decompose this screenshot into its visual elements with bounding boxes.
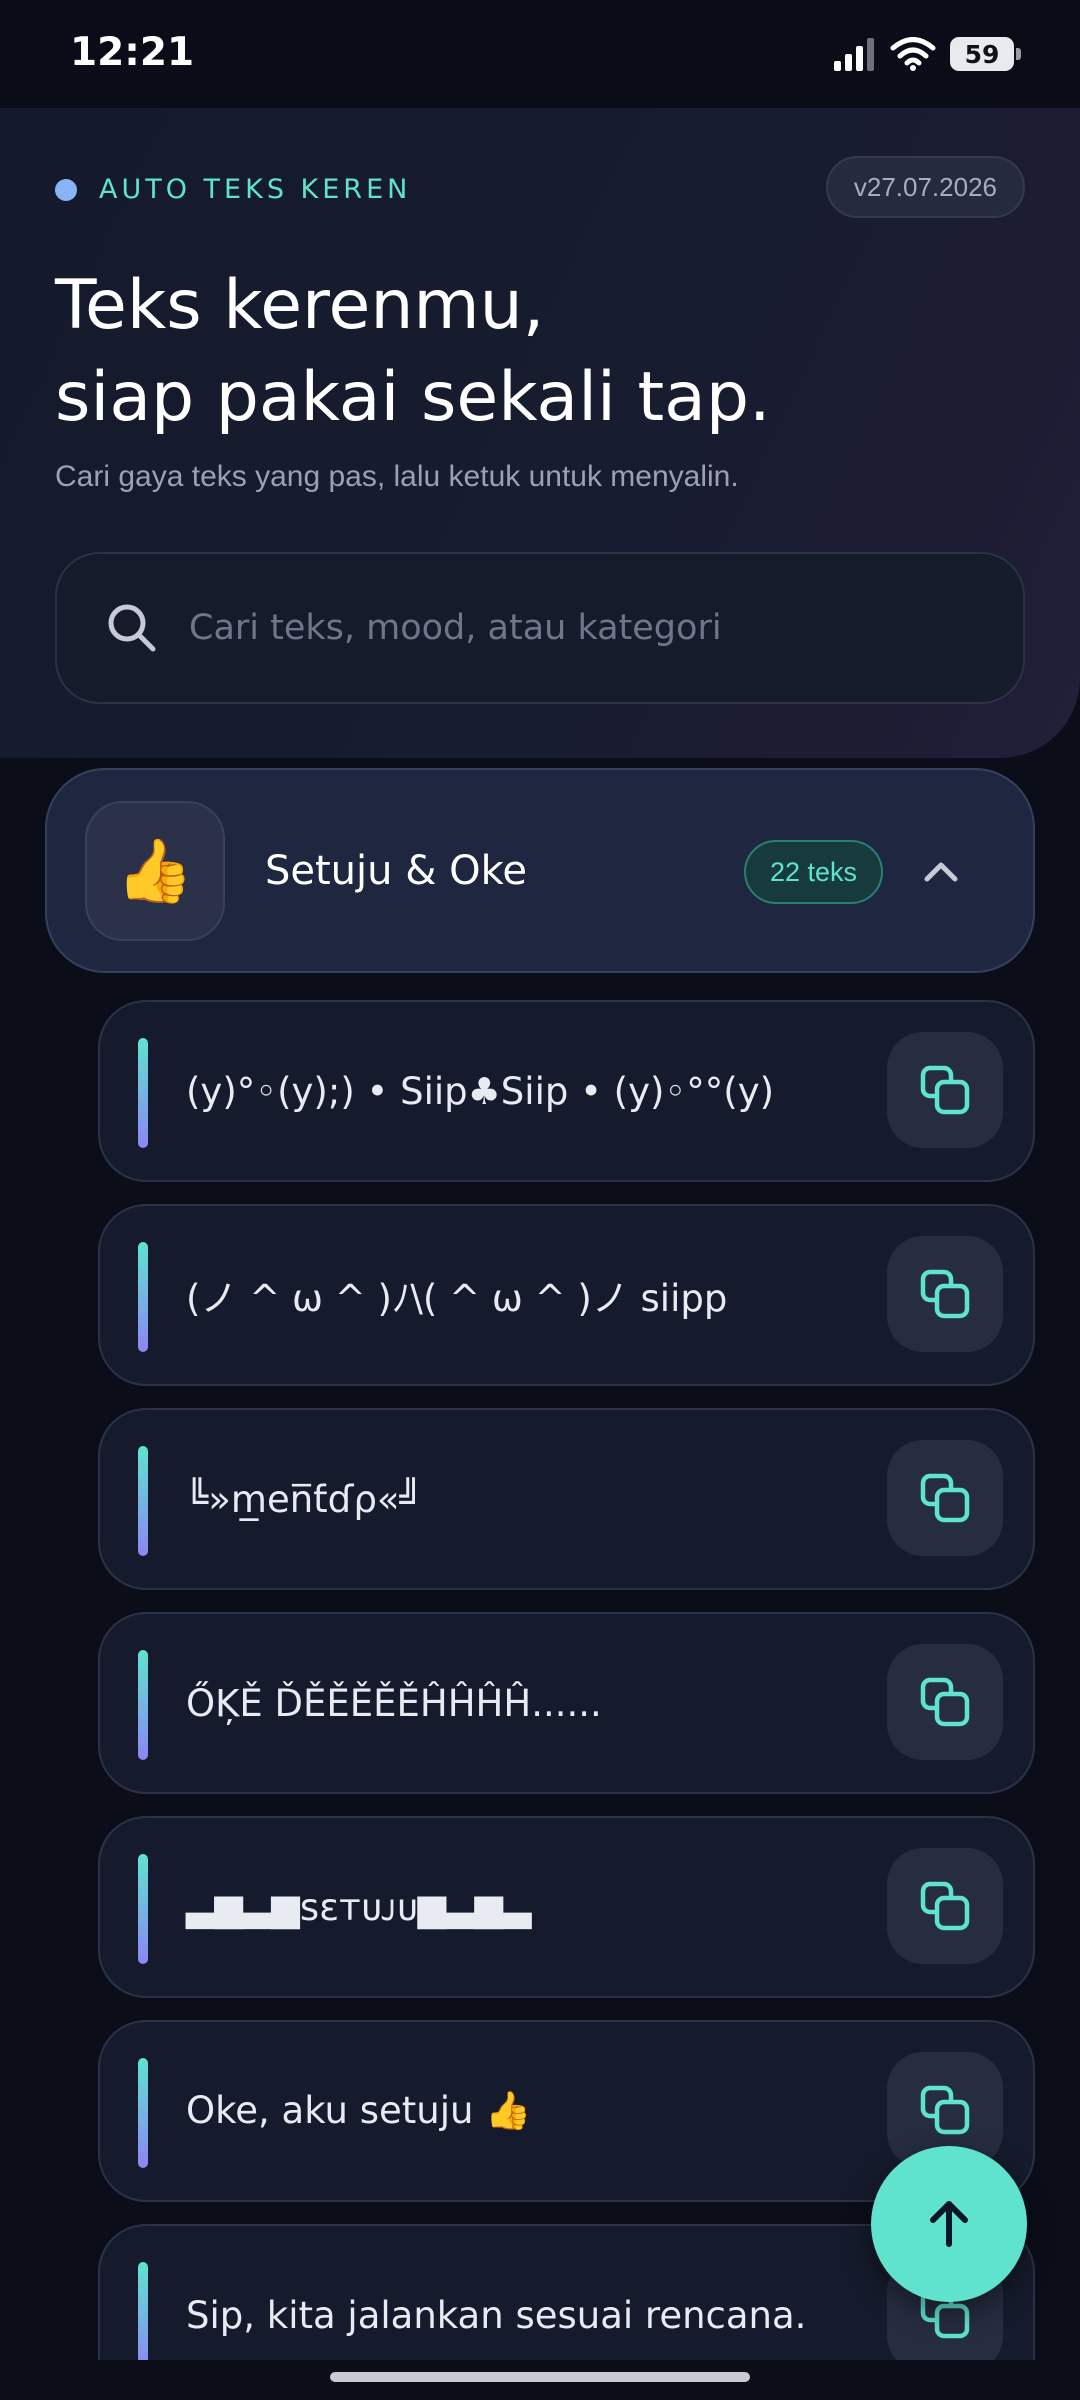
text-item-value: ▃▆▃▆sɛᴛᴜᴊᴜ▆▃▆▃ bbox=[186, 1885, 532, 1929]
text-item-value: (y)°◦(y);) • Siip♣Siip • (y)◦°°(y) bbox=[186, 1069, 775, 1113]
item-accent-bar bbox=[138, 2262, 148, 2360]
version-badge: v27.07.2026 bbox=[825, 156, 1025, 218]
scroll-top-button[interactable] bbox=[871, 2146, 1027, 2302]
copy-icon bbox=[920, 1473, 970, 1523]
text-item-value: Oke, aku setuju 👍 bbox=[186, 2089, 532, 2132]
search-icon bbox=[108, 604, 156, 652]
copy-icon bbox=[920, 1677, 970, 1727]
category-count-badge: 22 teks bbox=[744, 840, 884, 904]
page-subtitle: Cari gaya teks yang pas, lalu ketuk untu… bbox=[55, 460, 739, 493]
text-item-value: ŐĶĚ ĎĚĚĚĚĚĤĤĤĤ...... bbox=[186, 1681, 602, 1725]
category-icon-box: 👍 bbox=[85, 800, 225, 941]
chevron-up-icon[interactable] bbox=[917, 848, 965, 896]
copy-icon bbox=[920, 2085, 970, 2135]
copy-icon bbox=[920, 1269, 970, 1319]
text-item-value: ╚»m̲en̅ƭɗρ«╝ bbox=[186, 1477, 422, 1521]
text-list: (y)°◦(y);) • Siip♣Siip • (y)◦°°(y) (ノ ^ … bbox=[98, 1000, 1035, 2360]
category-header-setuju[interactable]: 👍 Setuju & Oke 22 teks bbox=[45, 768, 1035, 973]
hero-header: AUTO TEKS KEREN v27.07.2026 Teks kerenmu… bbox=[0, 108, 1080, 758]
text-item[interactable]: ╚»m̲en̅ƭɗρ«╝ bbox=[98, 1408, 1035, 1590]
page-title: Teks kerenmu, siap pakai sekali tap. bbox=[55, 260, 1035, 444]
search-box[interactable] bbox=[55, 552, 1025, 704]
brand-label: AUTO TEKS KEREN bbox=[99, 174, 412, 205]
text-item-value: (ノ ^ ω ^ )ﾉ\( ^ ω ^ )ノ siipp bbox=[186, 1277, 728, 1320]
status-icons: 59 bbox=[834, 34, 1021, 74]
copy-icon bbox=[920, 1881, 970, 1931]
status-bar: 12:21 59 bbox=[0, 0, 1080, 108]
arrow-up-icon bbox=[930, 2201, 968, 2247]
brand-dot-icon bbox=[55, 178, 77, 201]
thumbs-up-icon: 👍 bbox=[116, 833, 194, 907]
copy-button[interactable] bbox=[887, 1236, 1003, 1352]
search-input[interactable] bbox=[189, 608, 1023, 648]
text-item[interactable]: (ノ ^ ω ^ )ﾉ\( ^ ω ^ )ノ siipp bbox=[98, 1204, 1035, 1386]
brand-row: AUTO TEKS KEREN bbox=[55, 174, 411, 205]
page-title-line1: Teks kerenmu, bbox=[55, 266, 545, 345]
home-indicator[interactable] bbox=[330, 2372, 750, 2382]
signal-icon bbox=[834, 38, 874, 71]
item-accent-bar bbox=[138, 1650, 148, 1760]
item-accent-bar bbox=[138, 1242, 148, 1352]
text-item-value: Sip, kita jalankan sesuai rencana. bbox=[186, 2293, 807, 2337]
copy-button[interactable] bbox=[887, 1032, 1003, 1148]
item-accent-bar bbox=[138, 1038, 148, 1148]
copy-icon bbox=[920, 1065, 970, 1115]
item-accent-bar bbox=[138, 1446, 148, 1556]
copy-button[interactable] bbox=[887, 1848, 1003, 1964]
category-title: Setuju & Oke bbox=[265, 847, 527, 894]
page-title-line2: siap pakai sekali tap. bbox=[55, 358, 771, 437]
wifi-icon bbox=[890, 37, 936, 71]
battery-icon: 59 bbox=[950, 37, 1021, 71]
copy-button[interactable] bbox=[887, 1440, 1003, 1556]
battery-level: 59 bbox=[964, 39, 1000, 69]
text-item[interactable]: ŐĶĚ ĎĚĚĚĚĚĤĤĤĤ...... bbox=[98, 1612, 1035, 1794]
copy-button[interactable] bbox=[887, 1644, 1003, 1760]
item-accent-bar bbox=[138, 2058, 148, 2168]
text-item[interactable]: ▃▆▃▆sɛᴛᴜᴊᴜ▆▃▆▃ bbox=[98, 1816, 1035, 1998]
item-accent-bar bbox=[138, 1854, 148, 1964]
status-time: 12:21 bbox=[70, 30, 195, 75]
text-item[interactable]: (y)°◦(y);) • Siip♣Siip • (y)◦°°(y) bbox=[98, 1000, 1035, 1182]
